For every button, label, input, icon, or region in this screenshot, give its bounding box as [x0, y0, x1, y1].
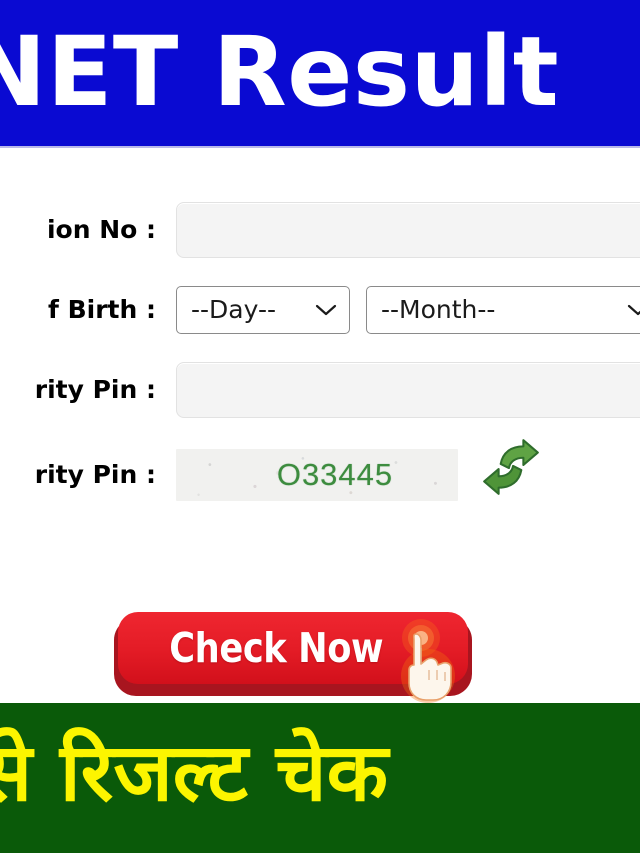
registration-no-label: ion No : [0, 215, 162, 245]
security-pin-label: rity Pin : [0, 375, 162, 405]
check-now-button[interactable]: Check Now [118, 612, 468, 684]
month-select[interactable]: --Month-- [366, 286, 640, 334]
security-pin-input[interactable] [176, 362, 640, 418]
date-of-birth-label: f Birth : [0, 295, 162, 325]
form-row-registration-no: ion No : [0, 200, 640, 260]
registration-no-input[interactable] [176, 202, 640, 258]
captcha-label: rity Pin : [0, 460, 162, 490]
day-select[interactable]: --Day-- [176, 286, 350, 334]
registration-no-label-text: ion No : [46, 215, 156, 244]
security-pin-label-text: rity Pin : [34, 375, 156, 404]
result-page: NET Result ion No : f Birth : --Day-- --… [0, 0, 640, 853]
page-title: NET Result [0, 16, 560, 128]
month-select-value: --Month-- [381, 295, 496, 324]
footer-banner: से रिजल्ट चेक [0, 703, 640, 853]
chevron-down-icon [627, 287, 640, 333]
date-of-birth-label-text: f Birth : [48, 295, 156, 324]
header-banner: NET Result [0, 0, 640, 146]
form-row-captcha: rity Pin : O33445 [0, 439, 640, 510]
footer-text: से रिजल्ट चेक [0, 726, 389, 819]
check-now-wrap: Check Now [114, 612, 472, 703]
captcha-text: O33445 [276, 457, 394, 492]
date-of-birth-control: --Day-- --Month-- [162, 286, 640, 334]
form-row-date-of-birth: f Birth : --Day-- --Month-- [0, 280, 640, 340]
captcha-label-text: rity Pin : [34, 460, 156, 489]
captcha-image: O33445 [176, 449, 458, 501]
check-now-label: Check Now [168, 624, 383, 672]
registration-no-control [162, 202, 640, 258]
form-row-security-pin: rity Pin : [0, 360, 640, 420]
captcha-control: O33445 [162, 439, 640, 501]
chevron-down-icon [315, 287, 337, 333]
refresh-icon[interactable] [478, 434, 544, 500]
security-pin-control [162, 362, 640, 418]
day-select-value: --Day-- [191, 295, 277, 324]
